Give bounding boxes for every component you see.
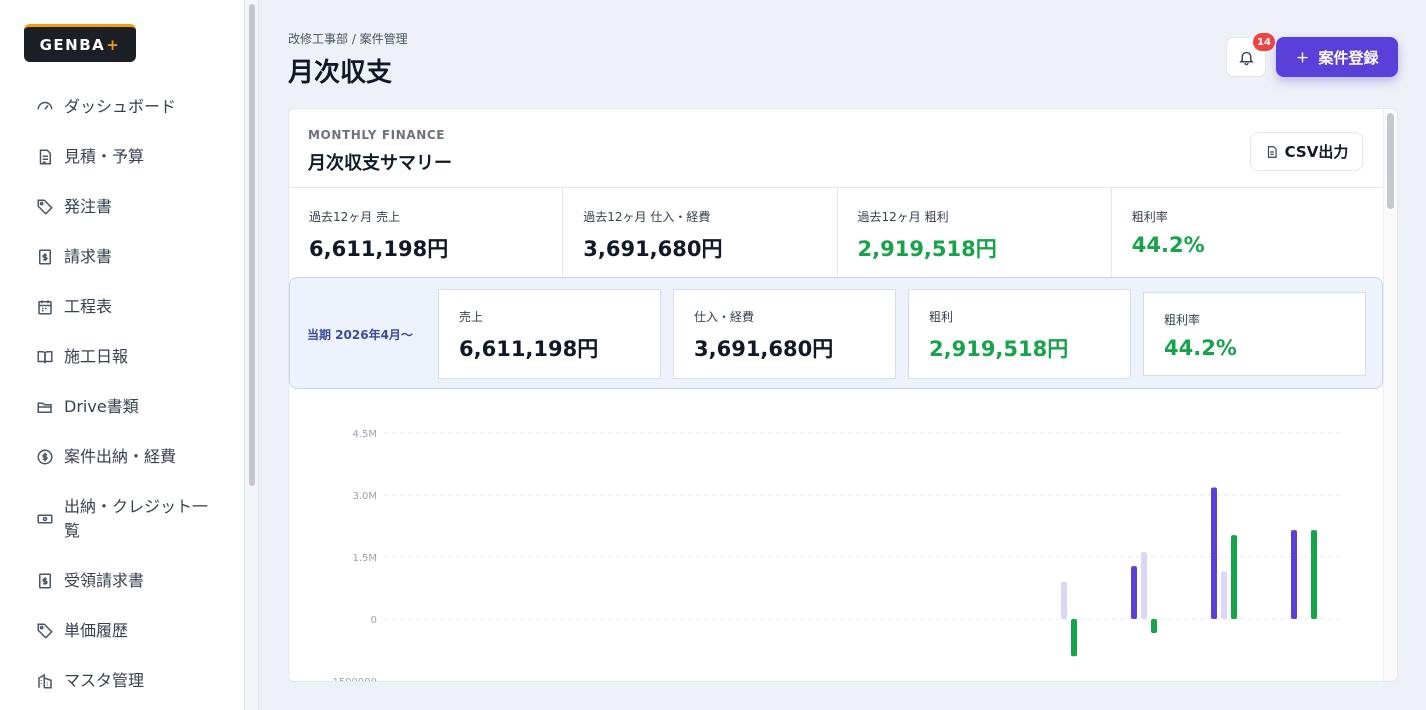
chart-bar[interactable] xyxy=(1291,530,1297,619)
add-project-button[interactable]: 案件登録 xyxy=(1276,37,1398,77)
sidebar-item-estimates[interactable]: 見積・予算 xyxy=(0,132,245,182)
chart-bar[interactable] xyxy=(1151,619,1157,634)
sidebar-item-label: 単価履歴 xyxy=(64,621,129,640)
stat-value: 6,611,198円 xyxy=(309,237,449,261)
card-title: 月次収支サマリー xyxy=(308,153,452,174)
sidebar-item-dashboard[interactable]: ダッシュボード xyxy=(0,82,245,132)
stat-label: 過去12ヶ月 仕入・経費 xyxy=(583,210,711,224)
sidebar-item-master[interactable]: マスタ管理 xyxy=(0,656,245,706)
sidebar-item-invoices[interactable]: 請求書 xyxy=(0,232,245,282)
sidebar-item-price-history[interactable]: 単価履歴 xyxy=(0,606,245,656)
stat-margin: 粗利率 44.2% xyxy=(1112,188,1385,277)
period-costs: 仕入・経費 3,691,680円 xyxy=(673,289,896,379)
notification-count-badge: 14 xyxy=(1253,33,1275,51)
sidebar-item-cash-credit[interactable]: 出納・クレジット一覧 xyxy=(0,482,245,556)
breadcrumb: 改修工事部 / 案件管理 xyxy=(288,32,408,46)
sidebar-item-purchase-orders[interactable]: 発注書 xyxy=(0,182,245,232)
sidebar-item-label: 出納・クレジット一覧 xyxy=(64,497,209,540)
tag-icon xyxy=(37,623,53,639)
chart-bar[interactable] xyxy=(1221,571,1227,619)
monthly-finance-chart: 4.5M 3.0M 1.5M 0 -1500000 xyxy=(329,429,1344,682)
period-stat-label: 粗利 xyxy=(929,310,954,324)
chart-bar[interactable] xyxy=(1071,619,1077,657)
sidebar-item-label: マスタ管理 xyxy=(64,671,145,690)
sidebar-item-schedule[interactable]: 工程表 xyxy=(0,282,245,332)
invoice-icon xyxy=(39,573,51,589)
brand-mark: + xyxy=(106,35,121,54)
folder-open-icon xyxy=(37,402,52,413)
stat-gross-profit: 過去12ヶ月 粗利 2,919,518円 xyxy=(838,188,1112,277)
sidebar-item-label: 施工日報 xyxy=(64,347,129,366)
bell-icon xyxy=(1238,51,1254,65)
period-gross-profit: 粗利 2,919,518円 xyxy=(908,289,1131,379)
period-stat-value: 44.2% xyxy=(1164,336,1237,360)
sidebar: GENBA + ダッシュボード 見積・予算 発注書 請求書 工程表 施工日報 D… xyxy=(0,0,245,710)
chart-bar[interactable] xyxy=(1311,530,1317,619)
sidebar-item-label: 発注書 xyxy=(64,197,113,216)
brand-name: GENBA xyxy=(39,35,106,54)
period-sales: 売上 6,611,198円 xyxy=(438,289,661,379)
y-tick-label: 1.5M xyxy=(352,553,377,564)
cash-icon xyxy=(37,514,53,524)
calendar-icon xyxy=(38,300,52,315)
sidebar-item-label: 工程表 xyxy=(64,297,113,316)
csv-export-label: CSV出力 xyxy=(1284,143,1349,161)
chart-bar[interactable] xyxy=(1061,581,1067,619)
tag-icon xyxy=(37,199,53,215)
sidebar-nav: ダッシュボード 見積・予算 発注書 請求書 工程表 施工日報 Drive書類 案… xyxy=(0,82,245,706)
stat-value: 44.2% xyxy=(1131,233,1205,257)
stat-value: 3,691,680円 xyxy=(583,237,723,261)
y-tick-label: 3.0M xyxy=(352,491,377,502)
plus-icon xyxy=(1297,52,1308,62)
period-margin: 粗利率 44.2% xyxy=(1143,292,1366,376)
period-stat-value: 2,919,518円 xyxy=(929,337,1069,361)
sidebar-item-project-ledger[interactable]: 案件出納・経費 xyxy=(0,432,245,482)
chart-bar[interactable] xyxy=(1231,535,1237,619)
brand-logo[interactable]: GENBA + xyxy=(24,24,136,62)
sidebar-item-received-invoices[interactable]: 受領請求書 xyxy=(0,556,245,606)
stat-label: 粗利率 xyxy=(1131,210,1168,224)
sidebar-item-daily-reports[interactable]: 施工日報 xyxy=(0,332,245,382)
sidebar-item-label: 案件出納・経費 xyxy=(64,447,177,466)
stat-costs: 過去12ヶ月 仕入・経費 3,691,680円 xyxy=(563,188,838,277)
stat-sales: 過去12ヶ月 売上 6,611,198円 xyxy=(289,188,564,277)
invoice-icon xyxy=(39,249,51,265)
stat-value: 2,919,518円 xyxy=(857,237,997,261)
current-period-panel: 当期 2026年4月〜 売上 6,611,198円 仕入・経費 3,691,68… xyxy=(289,277,1383,389)
stat-label: 過去12ヶ月 粗利 xyxy=(857,210,949,224)
sidebar-item-label: 受領請求書 xyxy=(64,571,145,590)
period-stat-label: 売上 xyxy=(459,310,484,324)
monthly-finance-card: MONTHLY FINANCE 月次収支サマリー CSV出力 過去12ヶ月 売上… xyxy=(288,108,1398,682)
chart-bar[interactable] xyxy=(1141,552,1147,619)
sidebar-item-label: 見積・予算 xyxy=(64,147,145,166)
add-project-label: 案件登録 xyxy=(1318,48,1379,67)
chart-bar[interactable] xyxy=(1131,566,1137,619)
sidebar-item-label: Drive書類 xyxy=(64,397,139,416)
card-eyebrow: MONTHLY FINANCE xyxy=(308,128,446,142)
document-list-icon xyxy=(39,149,51,165)
period-label: 当期 2026年4月〜 xyxy=(307,328,413,342)
sidebar-item-label: 請求書 xyxy=(64,247,113,266)
page-title: 月次収支 xyxy=(288,58,393,88)
period-stat-value: 6,611,198円 xyxy=(459,337,599,361)
period-stat-value: 3,691,680円 xyxy=(694,337,834,361)
sidebar-scrollbar-thumb[interactable] xyxy=(249,4,255,486)
dollar-circle-icon xyxy=(37,449,53,465)
stat-label: 過去12ヶ月 売上 xyxy=(309,210,401,224)
y-tick-label: 0 xyxy=(371,615,377,626)
sidebar-item-drive[interactable]: Drive書類 xyxy=(0,382,245,432)
csv-export-button[interactable]: CSV出力 xyxy=(1250,132,1363,171)
building-icon xyxy=(38,673,52,689)
period-stat-label: 粗利率 xyxy=(1164,313,1201,327)
sidebar-item-label: ダッシュボード xyxy=(64,97,177,116)
gauge-icon xyxy=(37,101,53,110)
summary-stats: 過去12ヶ月 売上 6,611,198円 過去12ヶ月 仕入・経費 3,691,… xyxy=(289,187,1385,277)
document-icon xyxy=(1267,145,1277,158)
period-stat-label: 仕入・経費 xyxy=(694,310,755,324)
card-scrollbar-thumb[interactable] xyxy=(1387,113,1394,209)
y-tick-label: 4.5M xyxy=(352,429,377,440)
y-tick-label: -1500000 xyxy=(329,677,377,682)
book-open-icon xyxy=(37,351,53,364)
chart-bar[interactable] xyxy=(1211,487,1217,619)
